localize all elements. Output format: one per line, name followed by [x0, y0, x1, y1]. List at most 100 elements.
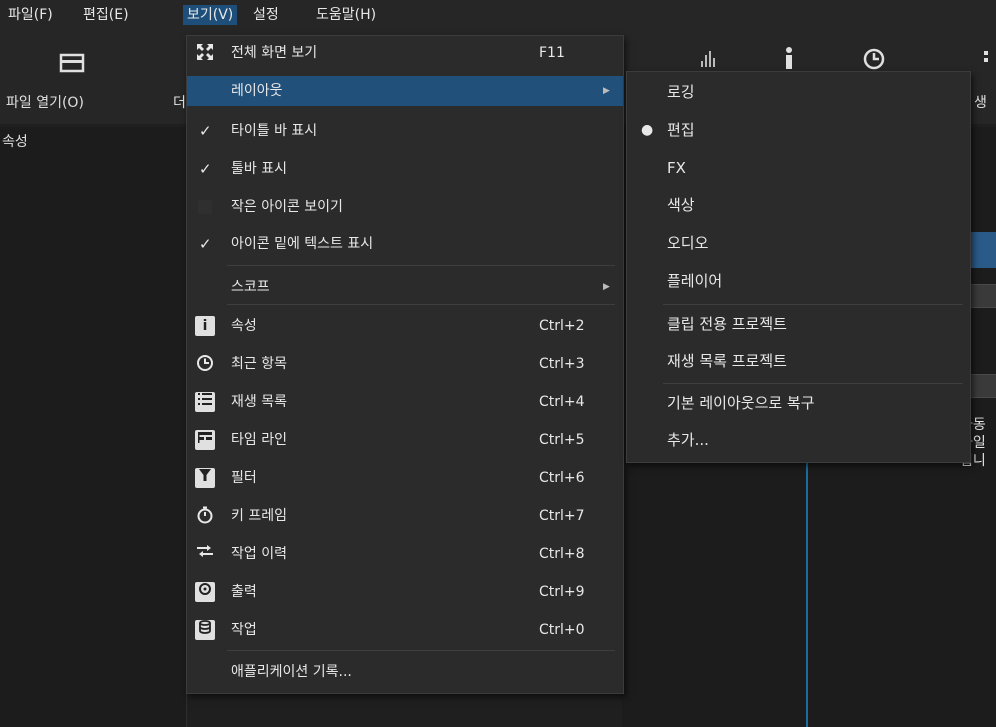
toolbar-cut-label[interactable]: 더 [173, 92, 186, 112]
menu-item-layout[interactable]: 레이아웃 ▶ [187, 76, 623, 106]
menu-separator [227, 265, 615, 266]
stopwatch-icon [195, 506, 215, 526]
menu-item-label: 작업 이력 [231, 546, 287, 562]
menu-item-keyframes[interactable]: 키 프레임 Ctrl+7 [187, 501, 623, 531]
audio-meter-icon[interactable] [700, 49, 716, 73]
menu-item-label: 로깅 [667, 83, 695, 101]
menu-item-scope[interactable]: 스코프 ▶ [187, 272, 623, 302]
submenu-arrow-icon: ▶ [603, 282, 610, 292]
open-file-button[interactable]: 파일 열기(O) [6, 92, 84, 112]
menu-item-label: 클립 전용 프로젝트 [667, 315, 787, 333]
menu-item-label: 스코프 [231, 279, 270, 295]
menu-item-label: 플레이어 [667, 272, 723, 290]
check-icon: ✓ [199, 235, 212, 253]
selected-dot-icon: ● [641, 122, 654, 138]
menu-item-label: 기본 레이아웃으로 복구 [667, 394, 815, 412]
layout-item-restore-default[interactable]: 기본 레이아웃으로 복구 [627, 385, 970, 421]
menu-bar: 파일(F) 편집(E) 보기(V) 설정 도움말(H) [0, 0, 996, 29]
timeline-divider [806, 430, 808, 727]
layout-item-audio[interactable]: 오디오 [627, 225, 970, 261]
menu-separator [227, 650, 615, 651]
jobs-icon [195, 620, 215, 640]
check-icon: ✓ [199, 160, 212, 178]
layout-item-color[interactable]: 색상 [627, 187, 970, 223]
timeline-icon [195, 430, 215, 450]
shortcut-label: Ctrl+0 [539, 622, 585, 638]
menu-item-small-icons[interactable]: 작은 아이콘 보이기 [187, 192, 623, 222]
menu-item-label: FX [667, 159, 686, 177]
open-file-icon[interactable] [58, 51, 86, 79]
menu-item-label: 편집 [667, 121, 695, 139]
menu-item-label: 애플리케이션 기록... [231, 664, 352, 680]
menu-item-app-log[interactable]: 애플리케이션 기록... [187, 657, 623, 687]
menu-item-label: 타임 라인 [231, 432, 287, 448]
menu-item-jobs[interactable]: 작업 Ctrl+0 [187, 615, 623, 645]
info-icon: i [195, 316, 215, 336]
menu-item-filters[interactable]: 필터 Ctrl+6 [187, 463, 623, 493]
fullscreen-icon [195, 43, 215, 63]
menu-item-label: 출력 [231, 584, 257, 600]
shortcut-label: Ctrl+8 [539, 546, 585, 562]
menu-item-label: 아이콘 밑에 텍스트 표시 [231, 236, 374, 252]
export-icon [195, 582, 215, 602]
shortcut-label: Ctrl+2 [539, 318, 585, 334]
menu-item-properties[interactable]: i 속성 Ctrl+2 [187, 311, 623, 341]
playlist-icon[interactable] [982, 49, 996, 73]
shortcut-label: Ctrl+3 [539, 356, 585, 372]
menu-item-title-bar[interactable]: ✓ 타이틀 바 표시 [187, 116, 623, 146]
filter-icon [195, 468, 215, 488]
menu-item-export[interactable]: 출력 Ctrl+9 [187, 577, 623, 607]
shortcut-label: Ctrl+5 [539, 432, 585, 448]
shortcut-label: Ctrl+6 [539, 470, 585, 486]
menu-item-label: 작은 아이콘 보이기 [231, 199, 343, 215]
menu-help[interactable]: 도움말(H) [312, 5, 380, 25]
menu-separator [663, 304, 963, 305]
layout-item-editing[interactable]: ● 편집 [627, 112, 970, 148]
menu-item-label: 전체 화면 보기 [231, 45, 318, 61]
layout-item-add[interactable]: 추가... [627, 422, 970, 458]
menu-item-text-under-icons[interactable]: ✓ 아이콘 밑에 텍스트 표시 [187, 229, 623, 259]
menu-item-label: 추가... [667, 431, 709, 449]
menu-item-label: 레이아웃 [231, 83, 283, 99]
layout-item-logging[interactable]: 로깅 [627, 74, 970, 110]
layout-item-clip-only[interactable]: 클립 전용 프로젝트 [627, 306, 970, 342]
toolbar-playlist-label[interactable]: 생 [974, 92, 987, 112]
menu-item-history[interactable]: 작업 이력 Ctrl+8 [187, 539, 623, 569]
background-control [968, 284, 996, 308]
shortcut-label: Ctrl+4 [539, 394, 585, 410]
menu-item-label: 색상 [667, 196, 695, 214]
shortcut-label: Ctrl+7 [539, 508, 585, 524]
menu-item-label: 오디오 [667, 234, 709, 252]
panel-title: 속성 [2, 134, 28, 150]
menu-settings[interactable]: 설정 [249, 5, 283, 25]
menu-item-recent[interactable]: 최근 항목 Ctrl+3 [187, 349, 623, 379]
menu-edit[interactable]: 편집(E) [79, 5, 133, 25]
menu-view[interactable]: 보기(V) [183, 5, 238, 25]
menu-item-label: 속성 [231, 318, 257, 334]
menu-item-fullscreen[interactable]: 전체 화면 보기 F11 [187, 38, 623, 68]
shortcut-label: Ctrl+9 [539, 584, 585, 600]
history-icon [195, 544, 215, 564]
menu-item-label: 필터 [231, 470, 257, 486]
menu-item-label: 키 프레임 [231, 508, 287, 524]
menu-item-timeline[interactable]: 타임 라인 Ctrl+5 [187, 425, 623, 455]
shortcut-label: F11 [539, 45, 565, 61]
menu-item-label: 재생 목록 프로젝트 [667, 352, 787, 370]
menu-separator [227, 304, 615, 305]
unchecked-box [198, 200, 212, 214]
menu-item-playlist[interactable]: 재생 목록 Ctrl+4 [187, 387, 623, 417]
list-icon [195, 392, 215, 412]
layout-item-fx[interactable]: FX [627, 150, 970, 186]
menu-file[interactable]: 파일(F) [4, 5, 57, 25]
menu-item-label: 재생 목록 [231, 394, 287, 410]
layout-item-playlist-project[interactable]: 재생 목록 프로젝트 [627, 343, 970, 379]
background-control [968, 374, 996, 398]
clock-icon [195, 354, 215, 374]
layout-item-player[interactable]: 플레이어 [627, 263, 970, 299]
properties-icon[interactable] [784, 47, 794, 73]
menu-separator [663, 383, 963, 384]
background-selected-bar [968, 232, 996, 268]
properties-panel: 속성 [0, 127, 187, 727]
menu-item-label: 작업 [231, 622, 257, 638]
menu-item-toolbar[interactable]: ✓ 툴바 표시 [187, 154, 623, 184]
